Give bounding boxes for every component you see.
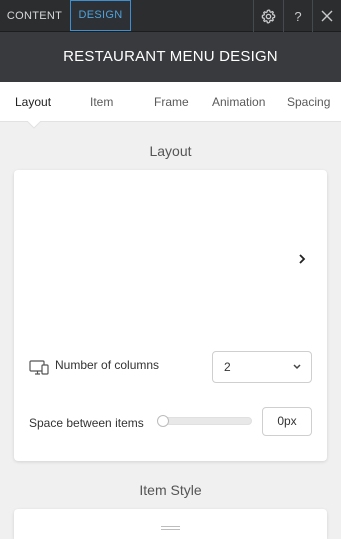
subtab-spacing[interactable]: Spacing	[287, 82, 330, 122]
desktop-icon	[29, 360, 49, 375]
layout-section-title: Layout	[149, 143, 192, 159]
tab-design[interactable]: DESIGN	[70, 0, 131, 31]
help-icon: ?	[294, 8, 302, 24]
gear-icon	[261, 8, 275, 24]
spacing-label: Space between items	[29, 416, 144, 430]
close-icon	[321, 10, 333, 22]
columns-value: 2	[224, 360, 231, 374]
item-style-section-title: Item Style	[139, 482, 202, 498]
top-bar: CONTENT DESIGN ?	[0, 0, 341, 32]
chevron-right-icon[interactable]	[296, 252, 308, 266]
page-title: RESTAURANT MENU DESIGN	[0, 32, 341, 82]
settings-button[interactable]	[253, 0, 282, 32]
columns-select[interactable]: 2	[212, 351, 312, 383]
spacing-slider-track[interactable]	[158, 417, 252, 425]
help-button[interactable]: ?	[283, 0, 312, 32]
spacing-slider-thumb[interactable]	[157, 415, 169, 427]
subtab-layout[interactable]: Layout	[15, 82, 51, 122]
resize-grip-icon[interactable]	[160, 525, 181, 532]
item-style-card	[14, 509, 327, 539]
spacing-input[interactable]: 0px	[262, 407, 312, 436]
design-subtabs: Layout Item Frame Animation Spacing	[0, 82, 341, 122]
subtab-item[interactable]: Item	[90, 82, 113, 122]
subtab-frame[interactable]: Frame	[154, 82, 189, 122]
active-tab-pointer	[27, 121, 41, 129]
chevron-down-icon	[293, 364, 301, 370]
subtab-animation[interactable]: Animation	[212, 82, 265, 122]
tab-content[interactable]: CONTENT	[0, 0, 69, 32]
columns-label: Number of columns	[55, 358, 160, 372]
close-button[interactable]	[312, 0, 341, 32]
